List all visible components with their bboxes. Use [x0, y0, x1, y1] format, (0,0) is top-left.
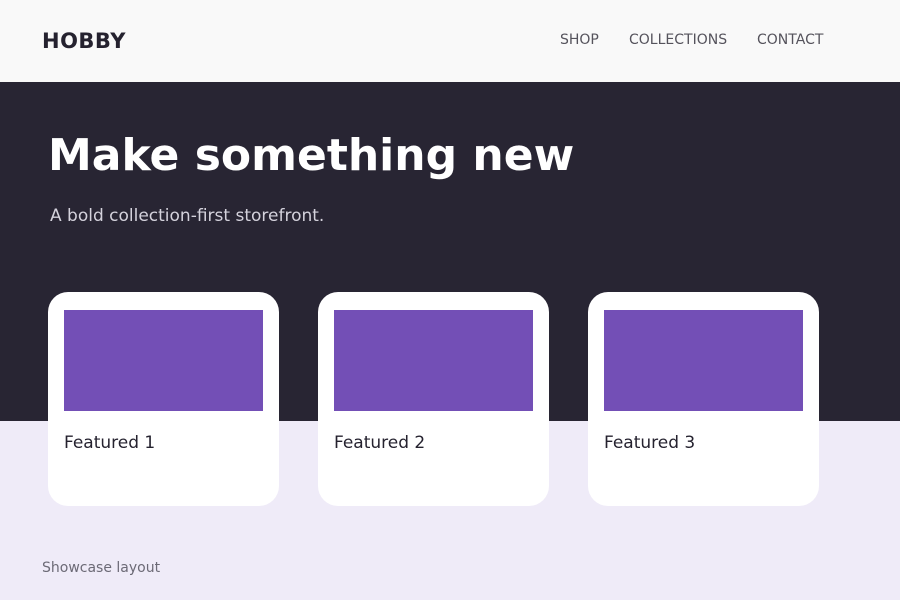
featured-card-1[interactable]: Featured 1	[48, 292, 279, 506]
card-image[interactable]	[334, 310, 533, 411]
brand-logo[interactable]: HOBBY	[42, 29, 126, 53]
footer-note: Showcase layout	[42, 560, 161, 576]
featured-card-3[interactable]: Featured 3	[588, 292, 819, 506]
card-title: Featured 3	[604, 433, 696, 453]
nav-link-shop[interactable]: SHOP	[560, 32, 599, 48]
hero-title: Make something new	[48, 130, 575, 181]
featured-card-2[interactable]: Featured 2	[318, 292, 549, 506]
hero-subtitle: A bold collection-first storefront.	[50, 206, 325, 226]
page: HOBBY SHOP COLLECTIONS CONTACT Make some…	[0, 0, 900, 600]
card-image[interactable]	[604, 310, 803, 411]
card-title: Featured 2	[334, 433, 426, 453]
nav-link-collections[interactable]: COLLECTIONS	[629, 32, 727, 48]
card-image[interactable]	[64, 310, 263, 411]
card-title: Featured 1	[64, 433, 156, 453]
nav-link-contact[interactable]: CONTACT	[757, 32, 823, 48]
top-navigation: HOBBY SHOP COLLECTIONS CONTACT	[0, 0, 900, 82]
